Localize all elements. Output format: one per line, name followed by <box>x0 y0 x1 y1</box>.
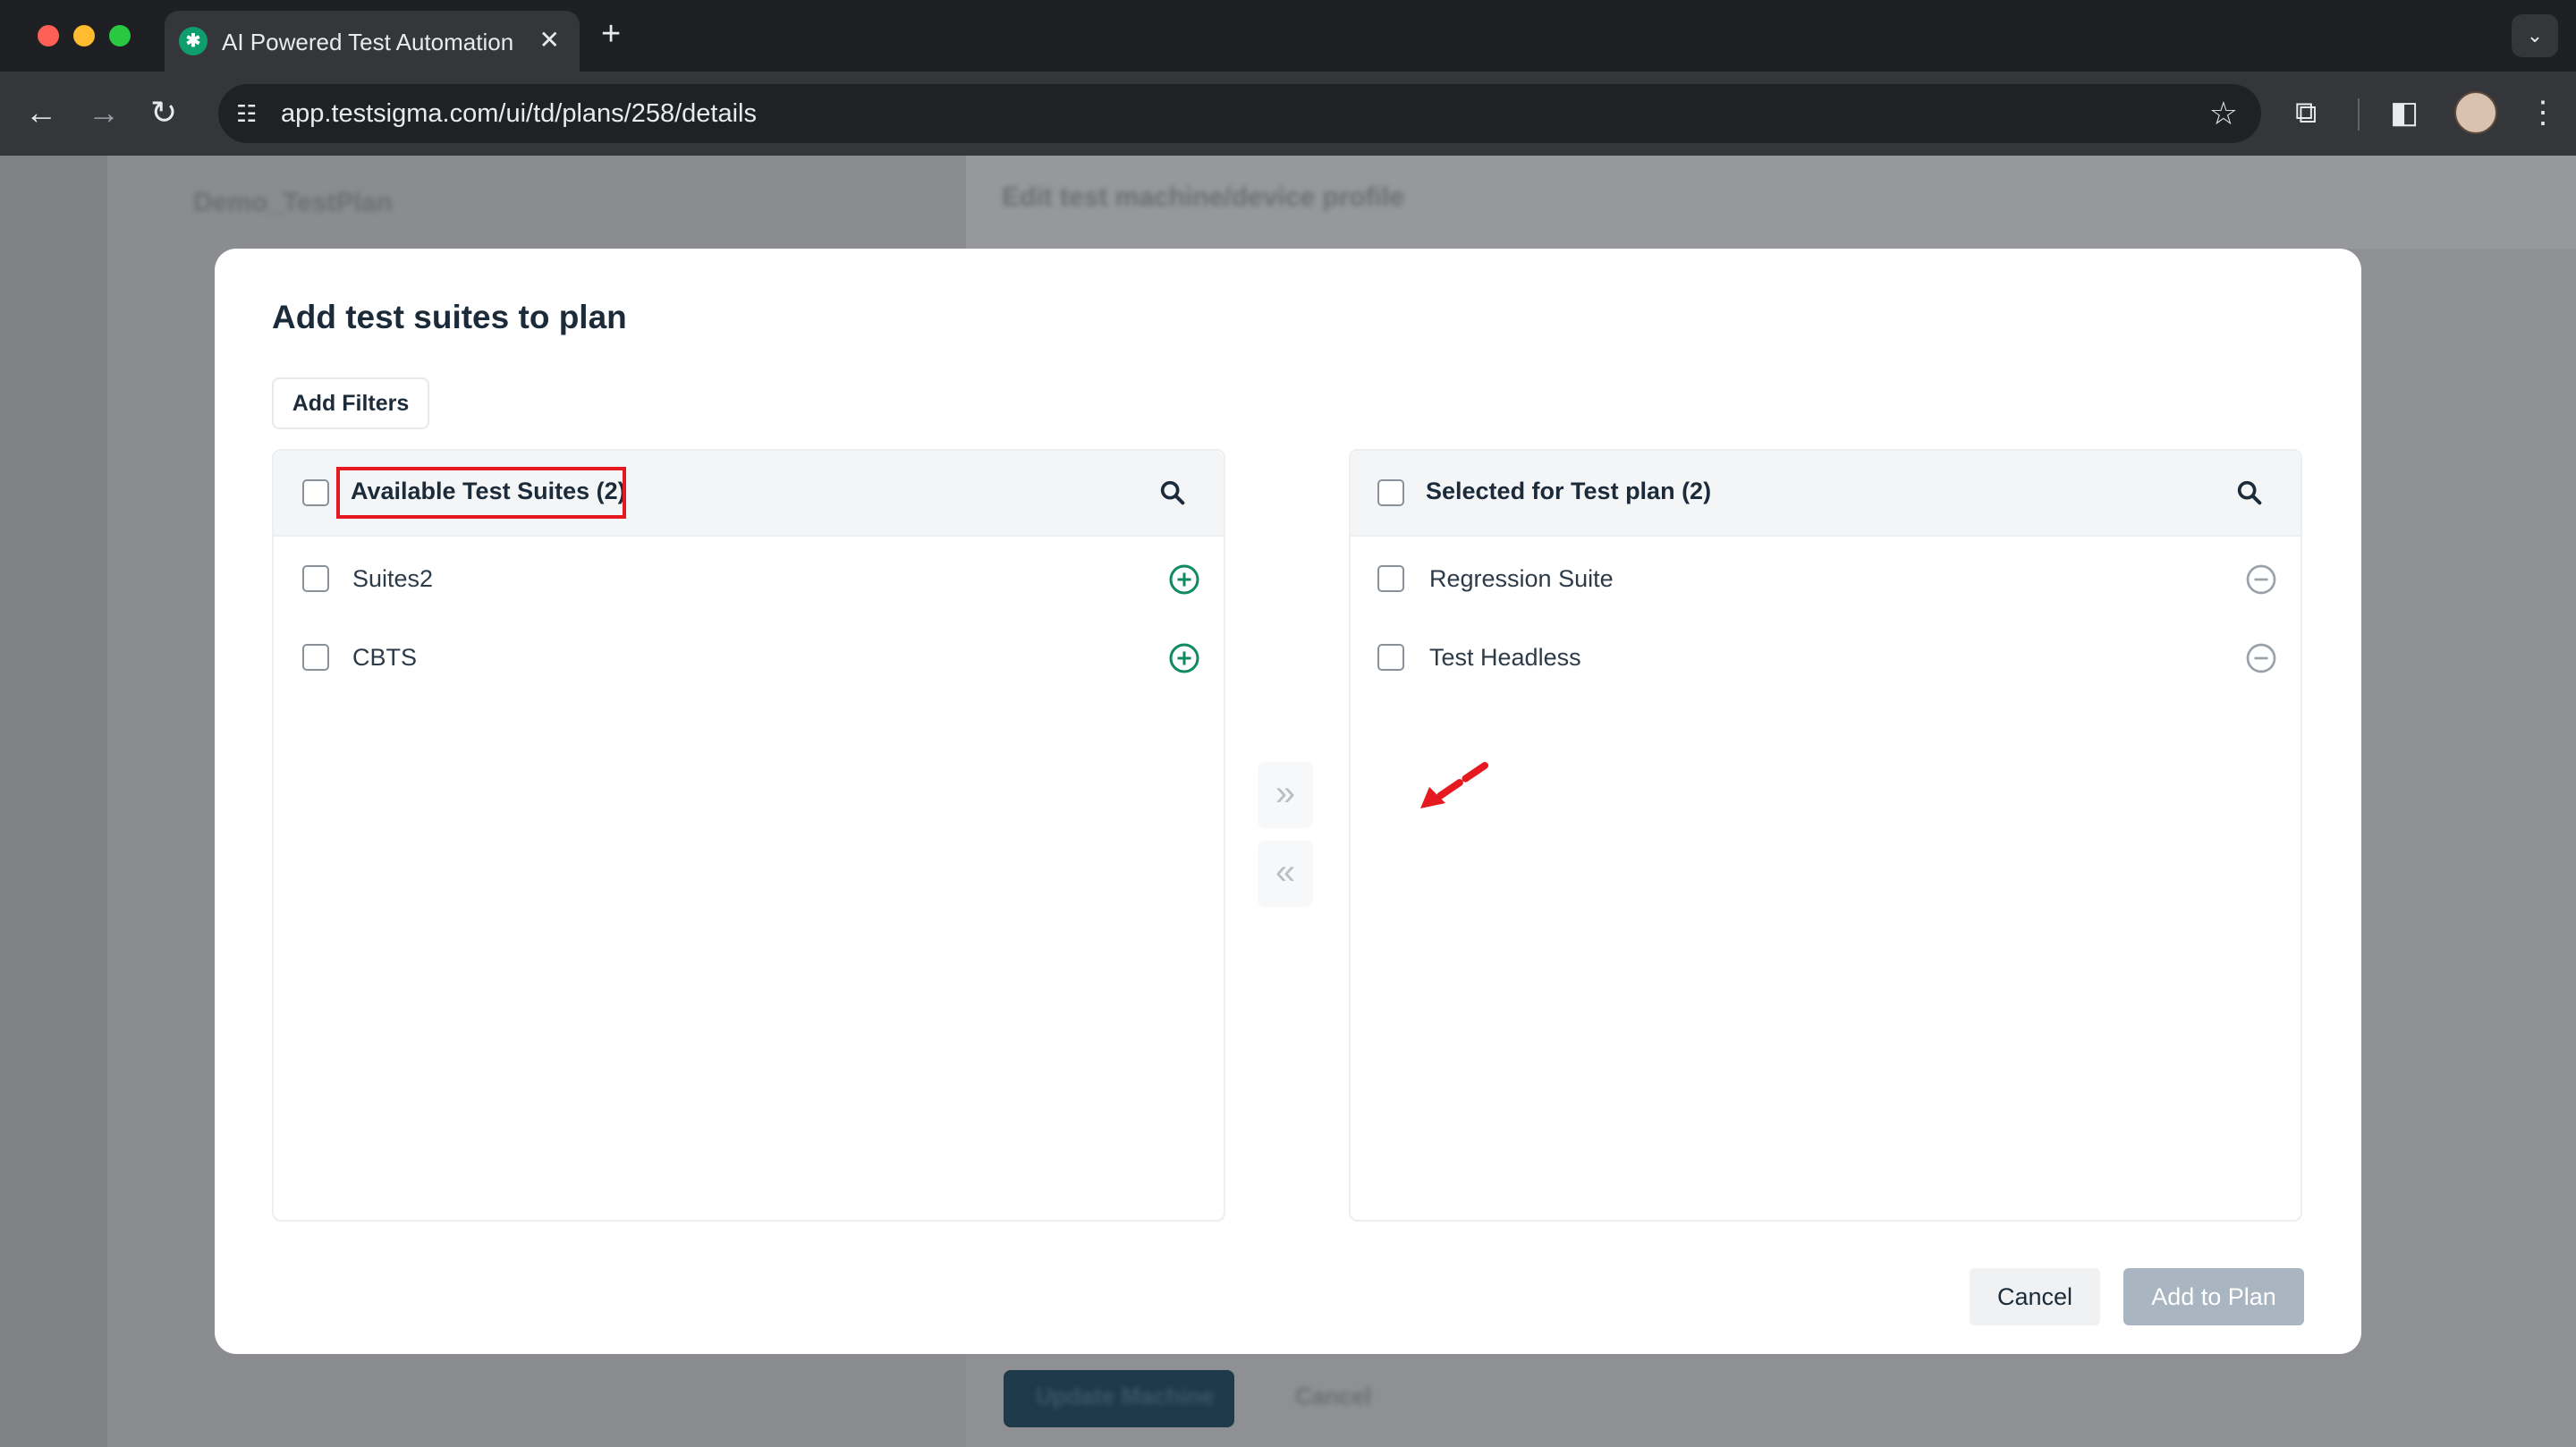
available-suites-panel: Available Test Suites (2) Suites2 CBTS <box>272 449 1225 1222</box>
list-item[interactable]: CBTS <box>274 619 1224 698</box>
testsigma-favicon-icon: ✱ <box>179 27 208 55</box>
extensions-icon[interactable]: ⧉ <box>2295 95 2317 131</box>
remove-circle-icon[interactable] <box>2245 642 2277 674</box>
suite-checkbox[interactable] <box>302 644 329 671</box>
suite-checkbox[interactable] <box>1377 565 1404 592</box>
selected-panel-title: Selected for Test plan (2) <box>1426 478 1712 504</box>
tab-title: AI Powered Test Automation <box>222 29 514 55</box>
back-icon[interactable]: ← <box>25 93 57 132</box>
selected-suites-panel: Selected for Test plan (2) Regression Su… <box>1349 449 2302 1222</box>
suite-name: Suites2 <box>352 565 434 592</box>
search-icon[interactable] <box>1157 478 1188 508</box>
browser-toolbar: ← → ↻ ☷ app.testsigma.com/ui/td/plans/25… <box>0 72 2576 156</box>
available-panel-header: Available Test Suites (2) <box>274 451 1224 537</box>
maximize-window-button[interactable] <box>109 25 131 47</box>
select-all-available-checkbox[interactable] <box>302 479 329 506</box>
add-circle-icon[interactable] <box>1168 563 1200 596</box>
add-test-suites-modal: Add test suites to plan Add Filters Avai… <box>215 249 2361 1354</box>
tab-close-button[interactable]: ✕ <box>539 25 560 55</box>
list-item[interactable]: Suites2 <box>274 540 1224 619</box>
plan-name: Demo_TestPlan <box>193 188 393 217</box>
search-icon[interactable] <box>2234 478 2265 508</box>
suite-checkbox[interactable] <box>302 565 329 592</box>
tab-search-button[interactable]: ⌄ <box>2512 14 2558 57</box>
app-sidebar <box>0 156 107 1447</box>
suite-name: Regression Suite <box>1429 565 1614 592</box>
reload-icon[interactable]: ↻ <box>150 93 177 132</box>
side-panel-icon[interactable]: ◧ <box>2390 95 2419 131</box>
toolbar-divider <box>2358 98 2360 131</box>
move-left-button[interactable]: « <box>1258 841 1313 907</box>
drawer-cancel-label: Cancel <box>1295 1383 1372 1409</box>
drawer-title: Edit test machine/device profile <box>1002 182 1405 212</box>
add-circle-icon[interactable] <box>1168 642 1200 674</box>
site-info-icon[interactable]: ☷ <box>236 100 257 128</box>
annotation-arrow-icon <box>1420 762 1488 808</box>
forward-icon[interactable]: → <box>88 93 120 132</box>
bookmark-star-icon[interactable]: ☆ <box>2209 95 2238 132</box>
remove-circle-icon[interactable] <box>2245 563 2277 596</box>
new-tab-button[interactable]: + <box>601 14 621 54</box>
add-filters-button[interactable]: Add Filters <box>272 377 429 429</box>
minimize-window-button[interactable] <box>73 25 95 47</box>
highlight-annotation <box>336 467 626 519</box>
list-item[interactable]: Test Headless <box>1351 619 2301 698</box>
browser-tab-bar: ✱ AI Powered Test Automation ✕ + ⌄ <box>0 0 2576 72</box>
select-all-selected-checkbox[interactable] <box>1377 479 1404 506</box>
cancel-button[interactable]: Cancel <box>1970 1268 2100 1325</box>
close-window-button[interactable] <box>38 25 59 47</box>
browser-tab[interactable]: ✱ AI Powered Test Automation ✕ <box>165 11 580 72</box>
add-to-plan-button[interactable]: Add to Plan <box>2123 1268 2304 1325</box>
profile-avatar[interactable] <box>2454 91 2497 134</box>
browser-menu-icon[interactable]: ⋮ <box>2528 95 2558 131</box>
update-machine-label: Update Machine <box>1036 1383 1215 1409</box>
suite-checkbox[interactable] <box>1377 644 1404 671</box>
list-item[interactable]: Regression Suite <box>1351 540 2301 619</box>
suite-name: Test Headless <box>1429 644 1581 671</box>
suite-name: CBTS <box>352 644 418 671</box>
address-bar[interactable]: ☷ app.testsigma.com/ui/td/plans/258/deta… <box>218 84 2261 143</box>
modal-title: Add test suites to plan <box>272 299 627 335</box>
move-right-button[interactable]: » <box>1258 762 1313 828</box>
address-url[interactable]: app.testsigma.com/ui/td/plans/258/detail… <box>281 99 757 129</box>
selected-panel-header: Selected for Test plan (2) <box>1351 451 2301 537</box>
